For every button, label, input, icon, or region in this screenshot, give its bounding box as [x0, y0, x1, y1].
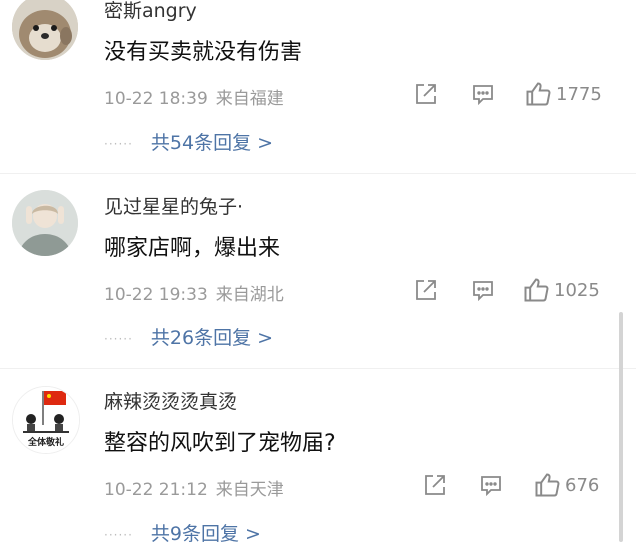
- comment-text: 没有买卖就没有伤害: [104, 40, 303, 65]
- share-icon: [416, 280, 436, 300]
- comment-meta: 10-22 18:39 来自福建: [104, 84, 284, 109]
- timestamp: 10-22 18:39: [104, 89, 208, 109]
- comment-meta: 10-22 21:12 来自天津: [104, 475, 284, 500]
- share-button[interactable]: [423, 473, 447, 497]
- girl-avatar-image: [12, 190, 78, 256]
- comment-icon: [473, 281, 493, 302]
- reply-count[interactable]: 共26条回复 >: [151, 327, 273, 349]
- like-button[interactable]: 676: [533, 471, 599, 499]
- scrollbar[interactable]: [619, 312, 623, 542]
- comment-button[interactable]: [471, 82, 495, 106]
- reply-count[interactable]: 共54条回复 >: [151, 132, 273, 154]
- like-icon: [526, 82, 551, 106]
- reply-dots: ······: [104, 136, 133, 151]
- like-button[interactable]: 1025: [522, 276, 600, 304]
- username[interactable]: 密斯angry: [104, 0, 197, 23]
- like-count: 676: [565, 474, 600, 496]
- view-replies-link[interactable]: ······ 共54条回复 >: [104, 128, 273, 155]
- like-count: 1775: [556, 83, 602, 105]
- comment-button[interactable]: [471, 278, 495, 302]
- divider: [0, 173, 636, 174]
- comment-text: 哪家店啊，爆出来: [104, 236, 281, 261]
- share-icon: [416, 84, 436, 104]
- like-count: 1025: [554, 279, 600, 301]
- like-button[interactable]: 1775: [524, 80, 602, 108]
- avatar[interactable]: 全体敬礼: [12, 386, 80, 454]
- comment-button[interactable]: [479, 473, 503, 497]
- comment-icon: [473, 85, 493, 106]
- timestamp: 10-22 19:33: [104, 285, 208, 305]
- avatar-caption: 全体敬礼: [27, 438, 64, 448]
- location: 来自湖北: [215, 285, 284, 305]
- avatar[interactable]: [12, 190, 78, 256]
- share-button[interactable]: [414, 82, 438, 106]
- timestamp: 10-22 21:12: [104, 480, 208, 500]
- username[interactable]: 见过星星的兔子·: [104, 192, 243, 219]
- otter-avatar-image: [12, 0, 78, 60]
- location: 来自天津: [215, 480, 284, 500]
- avatar[interactable]: [12, 0, 78, 60]
- reply-count[interactable]: 共9条回复 >: [151, 523, 261, 545]
- view-replies-link[interactable]: ······ 共26条回复 >: [104, 323, 273, 350]
- share-button[interactable]: [414, 278, 438, 302]
- like-icon: [535, 473, 560, 497]
- divider: [0, 368, 636, 369]
- username[interactable]: 麻辣烫烫烫真烫: [104, 387, 237, 414]
- comment-meta: 10-22 19:33 来自湖北: [104, 280, 284, 305]
- location: 来自福建: [215, 89, 284, 109]
- share-icon: [425, 475, 445, 495]
- reply-dots: ······: [104, 527, 133, 542]
- view-replies-link[interactable]: ······ 共9条回复 >: [104, 519, 261, 546]
- reply-dots: ······: [104, 331, 133, 346]
- comment-icon: [481, 476, 501, 497]
- comment-text: 整容的风吹到了宠物届?: [104, 431, 336, 456]
- like-icon: [524, 278, 549, 302]
